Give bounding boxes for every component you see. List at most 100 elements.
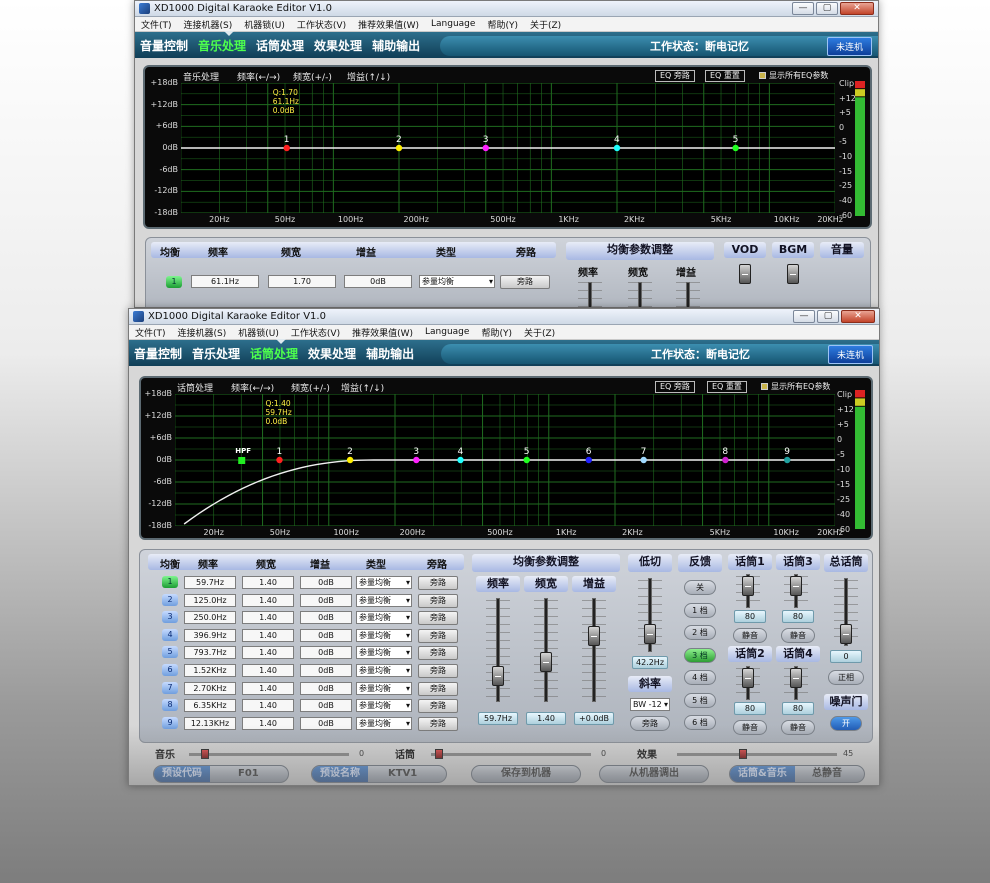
show-all-eq-checkbox[interactable]: 显示所有EQ参数	[759, 70, 828, 81]
minimize-button[interactable]: —	[792, 2, 814, 15]
feedback-option-6[interactable]: 6 档	[684, 715, 716, 730]
freq-field[interactable]: 61.1Hz	[191, 275, 259, 288]
menu-help[interactable]: 帮助(Y)	[487, 18, 518, 31]
mic-2-mute-button[interactable]: 静音	[781, 628, 815, 643]
tab-mic[interactable]: 话筒处理	[245, 345, 303, 362]
band-freq-field[interactable]: 59.7Hz	[184, 576, 236, 589]
band-bypass-button[interactable]: 旁路	[418, 681, 458, 696]
band-select-5[interactable]: 5	[162, 646, 178, 659]
menu-status[interactable]: 工作状态(V)	[297, 18, 346, 31]
feedback-option-1[interactable]: 1 档	[684, 602, 716, 618]
feedback-option-0[interactable]: 关	[684, 580, 716, 595]
band-gain-field[interactable]: 0dB	[300, 628, 352, 642]
mic-music-link-box[interactable]: 话筒&音乐 总静音	[729, 765, 865, 783]
lowcut-bypass-button[interactable]: 旁路	[630, 716, 670, 731]
band-gain-field[interactable]: 0dB	[300, 664, 352, 677]
tab-effects[interactable]: 效果处理	[309, 37, 367, 54]
hpf-handle[interactable]	[238, 457, 246, 464]
close-button[interactable]: ✕	[840, 2, 874, 15]
eq-band-point-5[interactable]	[732, 144, 739, 152]
eq-band-point-6[interactable]	[585, 456, 592, 464]
band-select-2[interactable]: 2	[162, 593, 178, 606]
tab-volume[interactable]: 音量控制	[135, 37, 193, 54]
master-fader[interactable]	[840, 624, 852, 644]
adjust-bw-fader[interactable]	[540, 652, 552, 672]
vod-fader[interactable]	[739, 264, 751, 284]
feedback-option-5[interactable]: 5 档	[684, 692, 716, 708]
band-bypass-button[interactable]: 旁路	[418, 699, 458, 714]
load-from-device-button[interactable]: 从机器调出	[599, 765, 709, 783]
band-bw-field[interactable]: 1.40	[242, 664, 294, 677]
menu-presets[interactable]: 推荐效果值(W)	[352, 326, 413, 339]
maximize-button[interactable]: ▢	[816, 2, 838, 15]
tab-volume[interactable]: 音量控制	[129, 345, 187, 362]
eq-band-point-3[interactable]	[482, 144, 489, 152]
menu-file[interactable]: 文件(T)	[135, 326, 166, 339]
band-1-select[interactable]: 1	[166, 276, 182, 288]
close-button[interactable]: ✕	[841, 310, 875, 323]
band-type-select[interactable]: 参量均衡	[356, 593, 412, 607]
eq-band-point-5[interactable]	[523, 456, 530, 464]
eq-band-point-3[interactable]	[413, 456, 420, 464]
menu-status[interactable]: 工作状态(V)	[291, 326, 340, 339]
phase-button[interactable]: 正相	[828, 670, 864, 685]
effect-mix-knob[interactable]	[739, 749, 747, 759]
menu-lock[interactable]: 机器锁(U)	[238, 326, 279, 339]
mic-3-fader[interactable]	[742, 668, 754, 688]
band-type-select[interactable]: 参量均衡	[356, 716, 412, 730]
tab-aux[interactable]: 辅助输出	[361, 345, 419, 362]
mic-2-fader[interactable]	[790, 576, 802, 596]
maximize-button[interactable]: ▢	[817, 310, 839, 323]
effect-mix-slider[interactable]	[677, 753, 837, 756]
menu-lock[interactable]: 机器锁(U)	[244, 18, 285, 31]
mic-mix-slider[interactable]	[431, 753, 591, 756]
band-freq-field[interactable]: 125.0Hz	[184, 593, 236, 607]
bgm-fader[interactable]	[787, 264, 799, 284]
band-bypass-button[interactable]: 旁路	[418, 664, 458, 678]
band-bypass-button[interactable]: 旁路	[418, 611, 458, 626]
band-bw-field[interactable]: 1.40	[242, 593, 294, 607]
band-type-select[interactable]: 参量均衡	[356, 611, 412, 625]
eq-bypass-button[interactable]: EQ 旁路	[655, 381, 695, 393]
mute-all-button[interactable]: 总静音	[812, 766, 842, 782]
mic-mix-knob[interactable]	[435, 749, 443, 759]
menu-presets[interactable]: 推荐效果值(W)	[358, 18, 419, 31]
band-gain-field[interactable]: 0dB	[300, 611, 352, 625]
slope-select[interactable]: BW -12	[630, 698, 670, 711]
eq-curve-graph[interactable]: HPF 1 2 3 4 5 6 7 8 9 Q:1.4059.7Hz0.0dB	[175, 394, 835, 526]
mic-1-mute-button[interactable]: 静音	[733, 628, 767, 643]
eq-band-point-4[interactable]	[457, 456, 464, 464]
music-mix-slider[interactable]	[189, 753, 349, 756]
tab-music[interactable]: 音乐处理	[193, 37, 251, 54]
band-gain-field[interactable]: 0dB	[300, 699, 352, 713]
menu-connect[interactable]: 连接机器(S)	[178, 326, 227, 339]
eq-band-point-7[interactable]	[640, 456, 647, 464]
tab-effects[interactable]: 效果处理	[303, 345, 361, 362]
band-bw-field[interactable]: 1.40	[242, 611, 294, 625]
menu-language[interactable]: Language	[425, 327, 469, 337]
connect-button[interactable]: 未连机	[826, 36, 872, 56]
band-type-select[interactable]: 参量均衡	[356, 628, 412, 642]
band-bypass-button[interactable]: 旁路	[418, 576, 458, 590]
feedback-option-2[interactable]: 2 档	[684, 625, 716, 640]
menu-connect[interactable]: 连接机器(S)	[184, 18, 233, 31]
mic-4-fader[interactable]	[790, 668, 802, 688]
band-freq-field[interactable]: 396.9Hz	[184, 628, 236, 642]
band-type-select[interactable]: 参量均衡	[356, 681, 412, 695]
band-type-select[interactable]: 参量均衡	[356, 576, 412, 589]
menu-file[interactable]: 文件(T)	[141, 18, 172, 31]
preset-name-box[interactable]: 预设名称 KTV1	[311, 765, 447, 783]
eq-curve-graph[interactable]: 1 2 3 4 5 Q:1.7061.1Hz0.0dB	[181, 83, 835, 213]
band-bw-field[interactable]: 1.40	[242, 576, 294, 589]
band-type-select[interactable]: 参量均衡	[356, 646, 412, 660]
band-gain-field[interactable]: 0dB	[300, 646, 352, 660]
band-gain-field[interactable]: 0dB	[300, 576, 352, 589]
band-bw-field[interactable]: 1.40	[242, 681, 294, 695]
show-all-eq-checkbox[interactable]: 显示所有EQ参数	[761, 381, 830, 392]
lowcut-fader[interactable]	[644, 624, 656, 644]
band-select-8[interactable]: 8	[162, 699, 178, 712]
menu-about[interactable]: 关于(Z)	[530, 18, 561, 31]
band-select-4[interactable]: 4	[162, 628, 178, 641]
band-select-6[interactable]: 6	[162, 664, 178, 676]
band-bypass-button[interactable]: 旁路	[418, 646, 458, 661]
